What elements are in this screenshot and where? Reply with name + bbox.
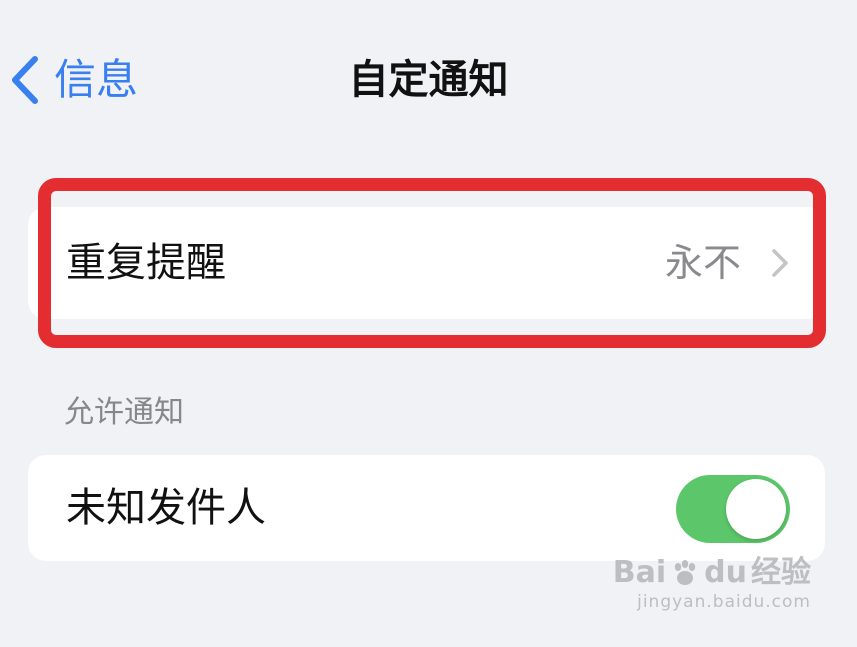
watermark-brand-cn: 经验 [751,555,811,590]
watermark-url: jingyan.baidu.com [637,592,811,612]
unknown-senders-card: 未知发件人 [28,455,825,561]
repeat-alert-label: 重复提醒 [66,240,226,286]
repeat-alert-row[interactable]: 重复提醒 永不 [28,207,825,319]
section-header-allow-notifications: 允许通知 [64,395,184,430]
chevron-right-icon [772,249,788,277]
paw-icon [674,560,696,585]
unknown-senders-row: 未知发件人 [28,455,825,561]
baidu-watermark: Bai du 经验 jingyan.baidu.com [613,558,811,611]
unknown-senders-label: 未知发件人 [66,485,266,531]
watermark-brand-left: Bai [612,555,667,590]
toggle-knob [726,479,786,539]
unknown-senders-toggle[interactable] [676,475,790,543]
repeat-alert-card: 重复提醒 永不 [28,207,825,319]
repeat-alert-value: 永不 [664,241,741,285]
watermark-brand-right: du [704,555,747,590]
page-title: 自定通知 [348,57,509,103]
